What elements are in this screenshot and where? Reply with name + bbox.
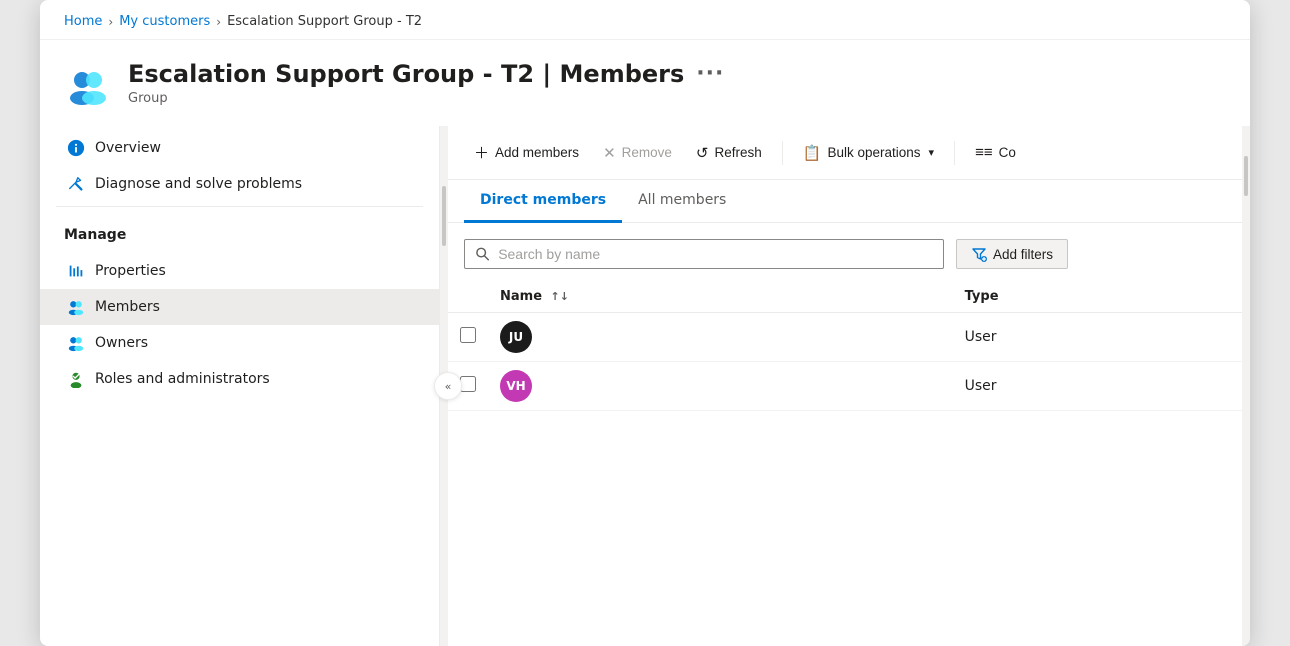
- collapse-sidebar-button[interactable]: «: [434, 372, 462, 400]
- breadcrumb: Home › My customers › Escalation Support…: [40, 0, 1250, 40]
- sidebar: Overview Diagnose and solve problems Man…: [40, 126, 440, 646]
- breadcrumb-current: Escalation Support Group - T2: [227, 14, 422, 29]
- avatar: VH: [500, 370, 532, 402]
- columns-button[interactable]: ≡≡ Co: [965, 138, 1026, 167]
- main-window: Home › My customers › Escalation Support…: [40, 0, 1250, 646]
- th-checkbox: [448, 281, 488, 313]
- add-members-button[interactable]: ＋ Add members: [464, 136, 589, 169]
- search-input[interactable]: [498, 246, 933, 262]
- wrench-icon: [67, 175, 85, 193]
- table-header-row: Name ↑↓ Type: [448, 281, 1242, 313]
- members-icon: [67, 298, 85, 316]
- th-name[interactable]: Name ↑↓: [488, 281, 953, 313]
- breadcrumb-sep-1: ›: [108, 15, 113, 29]
- breadcrumb-sep-2: ›: [216, 15, 221, 29]
- breadcrumb-home[interactable]: Home: [64, 14, 102, 29]
- x-icon: ✕: [603, 144, 616, 162]
- sidebar-item-roles[interactable]: Roles and administrators: [40, 361, 439, 397]
- chevron-down-icon: ▾: [929, 146, 935, 159]
- owners-icon: [67, 334, 85, 352]
- row-checkbox-cell: [448, 313, 488, 362]
- sidebar-scrollbar-thumb[interactable]: [442, 186, 446, 246]
- toolbar-separator-1: [782, 141, 783, 165]
- search-icon: [475, 246, 490, 262]
- plus-icon: ＋: [474, 142, 489, 163]
- page-header: Escalation Support Group - T2 | Members …: [40, 40, 1250, 126]
- sidebar-item-properties[interactable]: Properties: [40, 253, 439, 289]
- nav-section-manage: Properties Members: [40, 249, 439, 397]
- sidebar-item-diagnose[interactable]: Diagnose and solve problems: [40, 166, 439, 202]
- columns-icon: ≡≡: [975, 144, 993, 161]
- manage-section-header: Manage: [40, 211, 439, 249]
- sidebar-container: Overview Diagnose and solve problems Man…: [40, 126, 448, 646]
- page-subtitle: Group: [128, 91, 724, 106]
- page-title-block: Escalation Support Group - T2 | Members …: [128, 60, 724, 106]
- sidebar-item-overview[interactable]: Overview: [40, 130, 439, 166]
- bulk-operations-button[interactable]: 📋 Bulk operations ▾: [793, 138, 944, 168]
- properties-icon: [67, 262, 85, 280]
- row-checkbox-1[interactable]: [460, 327, 476, 343]
- table-wrap: Name ↑↓ Type JU User VH User: [448, 281, 1242, 646]
- breadcrumb-my-customers[interactable]: My customers: [119, 14, 210, 29]
- bulk-ops-icon: 📋: [803, 144, 822, 162]
- roles-icon: [67, 370, 85, 388]
- table-row: JU User: [448, 313, 1242, 362]
- sort-icon-name[interactable]: ↑↓: [551, 290, 569, 303]
- sidebar-label-roles: Roles and administrators: [95, 371, 270, 387]
- content-scrollbar-thumb[interactable]: [1244, 156, 1248, 196]
- toolbar-separator-2: [954, 141, 955, 165]
- search-row: Add filters: [448, 223, 1242, 281]
- sidebar-label-properties: Properties: [95, 263, 166, 279]
- nav-section-top: Overview Diagnose and solve problems: [40, 126, 439, 202]
- group-icon: [64, 62, 112, 110]
- remove-button[interactable]: ✕ Remove: [593, 138, 682, 168]
- sidebar-label-members: Members: [95, 299, 160, 315]
- tab-direct-members[interactable]: Direct members: [464, 180, 622, 223]
- row-checkbox-2[interactable]: [460, 376, 476, 392]
- info-icon: [67, 139, 85, 157]
- page-title: Escalation Support Group - T2 | Members …: [128, 60, 724, 89]
- table-row: VH User: [448, 362, 1242, 411]
- more-options-button[interactable]: ···: [696, 61, 724, 87]
- members-table: Name ↑↓ Type JU User VH User: [448, 281, 1242, 411]
- add-filters-button[interactable]: Add filters: [956, 239, 1068, 269]
- th-type[interactable]: Type: [953, 281, 1242, 313]
- refresh-icon: ↺: [696, 144, 709, 162]
- row-type-cell: User: [953, 313, 1242, 362]
- avatar: JU: [500, 321, 532, 353]
- nav-divider-1: [56, 206, 423, 207]
- search-box[interactable]: [464, 239, 944, 269]
- refresh-button[interactable]: ↺ Refresh: [686, 138, 772, 168]
- sidebar-label-overview: Overview: [95, 140, 161, 156]
- filter-icon: [971, 246, 987, 262]
- row-type-cell: User: [953, 362, 1242, 411]
- content-scrollbar: [1242, 126, 1250, 646]
- row-name-cell: VH: [488, 362, 953, 411]
- sidebar-item-owners[interactable]: Owners: [40, 325, 439, 361]
- main-layout: Overview Diagnose and solve problems Man…: [40, 126, 1250, 646]
- sidebar-label-diagnose: Diagnose and solve problems: [95, 176, 302, 192]
- content-area: ＋ Add members ✕ Remove ↺ Refresh 📋 Bulk …: [448, 126, 1242, 646]
- tabs-bar: Direct members All members: [448, 180, 1242, 223]
- tab-all-members[interactable]: All members: [622, 180, 742, 223]
- toolbar: ＋ Add members ✕ Remove ↺ Refresh 📋 Bulk …: [448, 126, 1242, 180]
- row-name-cell: JU: [488, 313, 953, 362]
- sidebar-item-members[interactable]: Members: [40, 289, 439, 325]
- sidebar-label-owners: Owners: [95, 335, 148, 351]
